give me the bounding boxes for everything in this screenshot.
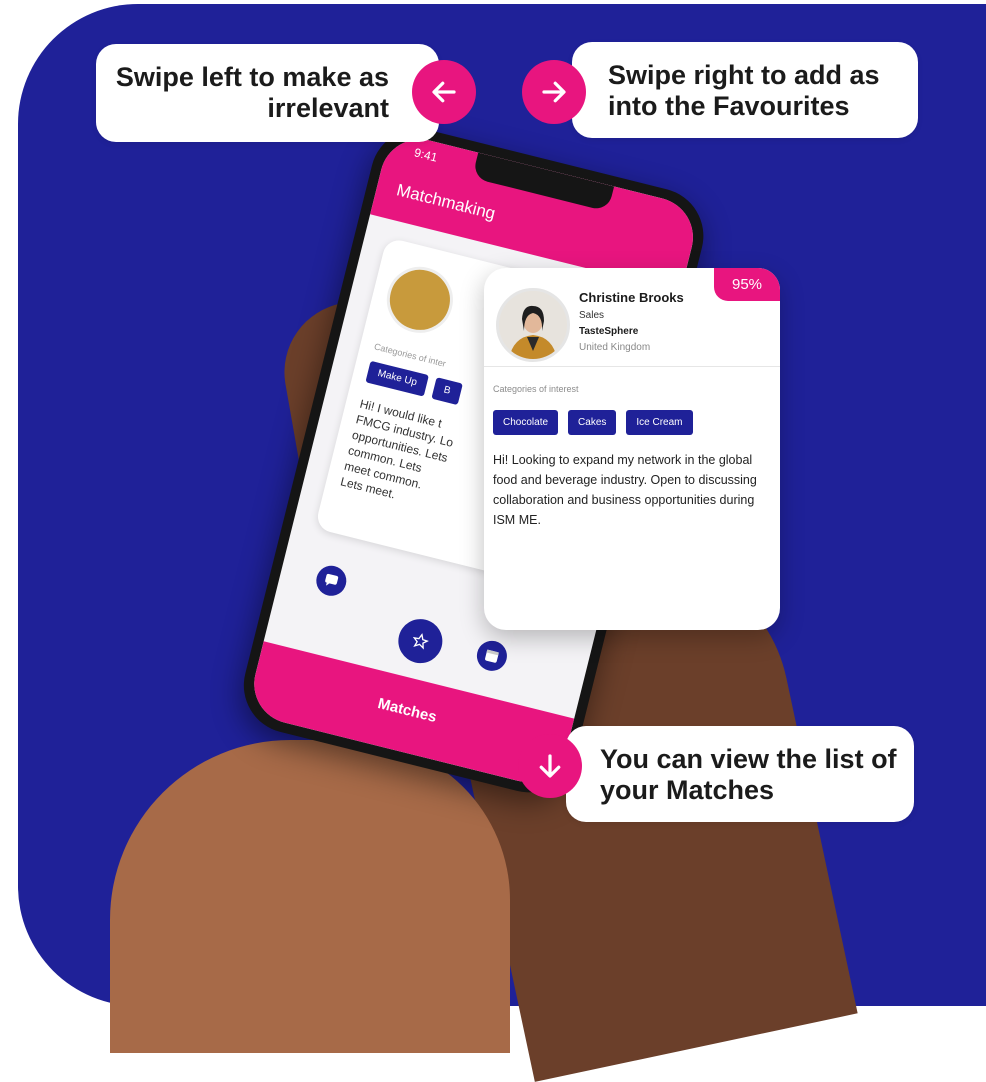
- category-tag: Ice Cream: [626, 410, 693, 435]
- divider: [484, 366, 780, 367]
- categories-label: Categories of interest: [493, 384, 579, 394]
- profile-country: United Kingdom: [579, 342, 651, 353]
- chat-icon: [325, 573, 339, 586]
- avatar: [379, 259, 460, 340]
- category-tags: Chocolate Cakes Ice Cream: [493, 410, 693, 435]
- swipe-right-callout: Swipe right to add as into the Favourite…: [572, 42, 918, 138]
- profile-card[interactable]: 95% Christine Brooks Sales TasteSphere U…: [484, 268, 780, 630]
- category-tag: Make Up: [365, 360, 429, 397]
- star-icon: [412, 632, 430, 650]
- view-matches-button[interactable]: [518, 734, 582, 798]
- swipe-left-callout: Swipe left to make as irrelevant: [96, 44, 439, 142]
- profile-company: TasteSphere: [579, 326, 639, 337]
- person-photo: [499, 291, 567, 359]
- match-score-badge: 95%: [714, 268, 780, 301]
- category-tag: Cakes: [568, 410, 617, 435]
- profile-name: Christine Brooks: [579, 290, 684, 305]
- matches-callout: You can view the list of your Matches: [566, 726, 914, 822]
- chat-button[interactable]: [313, 562, 350, 599]
- favourite-button[interactable]: [393, 614, 448, 668]
- profile-role: Sales: [579, 310, 605, 321]
- avatar: [496, 288, 570, 362]
- card-bio: Hi! I would like t FMCG industry. Lo opp…: [339, 396, 455, 502]
- swipe-right-button[interactable]: [522, 60, 586, 124]
- matches-label: Matches: [376, 694, 439, 726]
- arrow-right-icon: [542, 81, 566, 103]
- arrow-left-icon: [432, 81, 456, 103]
- app-title: Matchmaking: [394, 180, 498, 224]
- category-tag: Chocolate: [493, 410, 559, 435]
- calendar-button[interactable]: [473, 637, 511, 675]
- status-time: 9:41: [412, 145, 439, 165]
- calendar-icon: [485, 649, 499, 663]
- swipe-left-button[interactable]: [412, 60, 476, 124]
- category-tag: B: [431, 377, 463, 406]
- profile-bio: Hi! Looking to expand my network in the …: [493, 453, 757, 527]
- arrow-down-icon: [539, 754, 561, 778]
